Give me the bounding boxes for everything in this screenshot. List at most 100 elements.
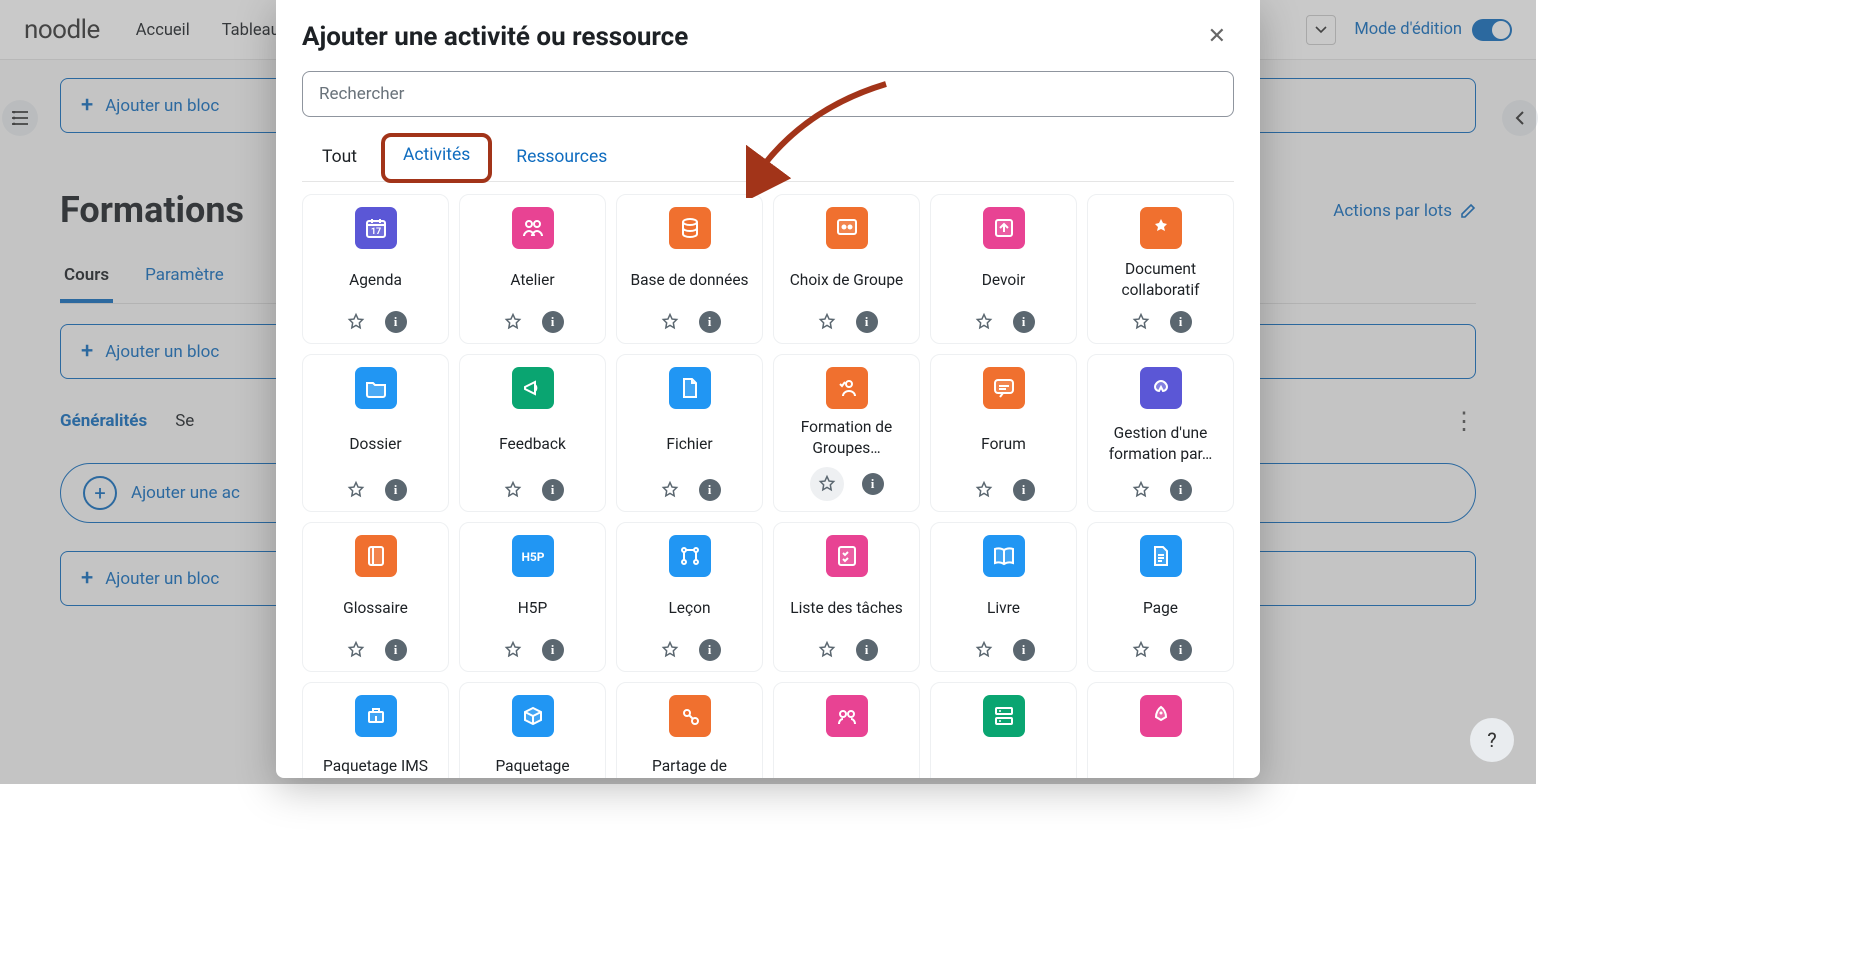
star-icon[interactable] (1130, 311, 1152, 333)
card-actions: i (810, 467, 884, 501)
info-icon[interactable]: i (856, 639, 878, 661)
modal-title: Ajouter une activité ou ressource (302, 22, 688, 52)
info-icon[interactable]: i (699, 479, 721, 501)
star-icon[interactable] (659, 479, 681, 501)
activity-chooser-modal: Ajouter une activité ou ressource ✕ Tout… (276, 0, 1260, 778)
activity-label: Dossier (349, 417, 401, 471)
book-icon (355, 535, 397, 577)
activity-card[interactable] (930, 682, 1077, 778)
star-icon[interactable] (1130, 639, 1152, 661)
svg-text:17: 17 (370, 227, 380, 237)
tab-activities[interactable]: Activités (403, 145, 470, 165)
activity-card[interactable] (773, 682, 920, 778)
modal-body: Tout Activités Ressources 17AgendaiAteli… (276, 71, 1260, 778)
activity-label: Livre (987, 585, 1020, 631)
activity-label: Page (1143, 585, 1178, 631)
activity-card[interactable]: Formation de Groupes…i (773, 354, 920, 512)
star-icon[interactable] (816, 311, 838, 333)
info-icon[interactable]: i (1013, 479, 1035, 501)
activity-card[interactable]: Leçoni (616, 522, 763, 672)
calendar-icon: 17 (355, 207, 397, 249)
tab-all[interactable]: Tout (302, 135, 377, 181)
tab-resources[interactable]: Ressources (496, 135, 627, 181)
activity-card[interactable]: Atelieri (459, 194, 606, 344)
star-icon[interactable] (659, 639, 681, 661)
info-icon[interactable]: i (385, 311, 407, 333)
star-icon[interactable] (1130, 479, 1152, 501)
search-input[interactable] (302, 71, 1234, 117)
activity-card[interactable]: Livre i (930, 522, 1077, 672)
activity-card[interactable]: Fichieri (616, 354, 763, 512)
activity-card[interactable]: Partage de (616, 682, 763, 778)
activity-label: Paquetage (495, 745, 569, 778)
info-icon[interactable]: i (385, 479, 407, 501)
activity-card[interactable]: Paquetage (459, 682, 606, 778)
activity-card[interactable]: Choix de Groupei (773, 194, 920, 344)
activity-label: H5P (518, 585, 548, 631)
star-icon[interactable] (502, 479, 524, 501)
info-icon[interactable]: i (542, 311, 564, 333)
activity-card[interactable]: H5P H5P i (459, 522, 606, 672)
info-icon[interactable]: i (699, 639, 721, 661)
star-icon[interactable] (973, 639, 995, 661)
star-icon[interactable] (973, 479, 995, 501)
activity-grid: 17AgendaiAtelieriBase de donnéesiChoix d… (302, 194, 1234, 672)
card-actions: i (816, 639, 878, 661)
activity-card[interactable] (1087, 682, 1234, 778)
star-icon[interactable] (345, 639, 367, 661)
activity-card[interactable]: Dossier i (302, 354, 449, 512)
people-icon (512, 207, 554, 249)
collab-icon (1140, 207, 1182, 249)
activity-card[interactable]: Base de donnéesi (616, 194, 763, 344)
info-icon[interactable]: i (1013, 311, 1035, 333)
groupform-icon (826, 367, 868, 409)
card-actions: i (1130, 639, 1192, 661)
modal-header: Ajouter une activité ou ressource ✕ (276, 0, 1260, 71)
info-icon[interactable]: i (542, 639, 564, 661)
star-icon[interactable] (659, 311, 681, 333)
checklist-icon (826, 535, 868, 577)
star-icon[interactable] (345, 311, 367, 333)
info-icon[interactable]: i (385, 639, 407, 661)
activity-card[interactable]: Devoiri (930, 194, 1077, 344)
upload-icon (983, 207, 1025, 249)
card-actions: i (502, 479, 564, 501)
activity-card[interactable]: 17 Agenda i (302, 194, 449, 344)
info-icon[interactable]: i (699, 311, 721, 333)
activity-card[interactable]: Document collaboratifi (1087, 194, 1234, 344)
star-icon[interactable] (816, 639, 838, 661)
package-icon (512, 695, 554, 737)
chat-icon (983, 367, 1025, 409)
star-icon[interactable] (345, 479, 367, 501)
info-icon[interactable]: i (856, 311, 878, 333)
activity-label: Partage de (652, 745, 727, 778)
activity-card[interactable]: Feedback i (459, 354, 606, 512)
info-icon[interactable]: i (542, 479, 564, 501)
activity-label: Agenda (349, 257, 402, 303)
card-actions: i (816, 311, 878, 333)
activity-card[interactable]: Forumi (930, 354, 1077, 512)
groupchoice-icon (826, 207, 868, 249)
info-icon[interactable]: i (1170, 639, 1192, 661)
card-actions: i (345, 479, 407, 501)
info-icon[interactable]: i (1013, 639, 1035, 661)
activity-card[interactable]: Liste des tâchesi (773, 522, 920, 672)
activity-label: Feedback (499, 417, 566, 471)
h5p-icon: H5P (512, 535, 554, 577)
info-icon[interactable]: i (1170, 479, 1192, 501)
activity-card[interactable]: Gestion d'une formation par…i (1087, 354, 1234, 512)
close-icon: ✕ (1208, 24, 1226, 49)
star-icon[interactable] (973, 311, 995, 333)
activity-card[interactable]: Glossairei (302, 522, 449, 672)
butterfly-icon (1140, 367, 1182, 409)
close-button[interactable]: ✕ (1200, 20, 1234, 53)
activity-card[interactable]: Page i (1087, 522, 1234, 672)
star-icon[interactable] (502, 311, 524, 333)
info-icon[interactable]: i (862, 473, 884, 495)
star-icon[interactable] (810, 467, 844, 501)
help-button[interactable]: ? (1470, 718, 1514, 762)
star-icon[interactable] (502, 639, 524, 661)
card-actions: i (973, 311, 1035, 333)
info-icon[interactable]: i (1170, 311, 1192, 333)
activity-card[interactable]: Paquetage IMS (302, 682, 449, 778)
